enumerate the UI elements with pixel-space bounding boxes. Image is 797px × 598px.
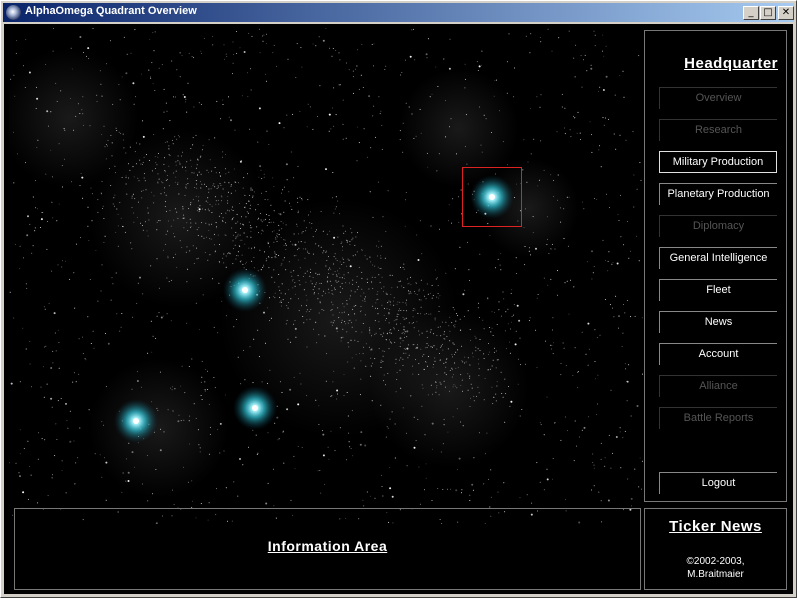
- close-button[interactable]: ✕: [778, 6, 794, 20]
- menu-item-account[interactable]: Account: [659, 343, 777, 365]
- galaxy[interactable]: [106, 391, 166, 451]
- ticker-news-title: Ticker News: [669, 518, 762, 535]
- menu-item-fleet[interactable]: Fleet: [659, 279, 777, 301]
- information-area: Information Area: [14, 508, 641, 590]
- galaxy-selected[interactable]: [462, 167, 522, 227]
- app-window: AlphaOmega Quadrant Overview _ □ ✕ Headq…: [0, 0, 797, 598]
- starfield: [9, 28, 643, 524]
- menu-item-news[interactable]: News: [659, 311, 777, 333]
- ticker-news-panel: Ticker News ©2002-2003, M.Braitmaier: [644, 508, 787, 590]
- galaxy[interactable]: [215, 260, 275, 320]
- logout-button[interactable]: Logout: [659, 472, 777, 494]
- menu-item-battle-reports[interactable]: Battle Reports: [659, 407, 777, 429]
- menu-item-general-intelligence[interactable]: General Intelligence: [659, 247, 777, 269]
- galaxy[interactable]: [225, 378, 285, 438]
- menu-item-overview[interactable]: Overview: [659, 87, 777, 109]
- copyright-text: ©2002-2003, M.Braitmaier: [645, 555, 786, 581]
- window-title: AlphaOmega Quadrant Overview: [25, 5, 197, 17]
- menu-item-military-production[interactable]: Military Production: [659, 151, 777, 173]
- app-icon[interactable]: [6, 5, 21, 20]
- menu-item-planetary-production[interactable]: Planetary Production: [659, 183, 777, 205]
- title-bar[interactable]: AlphaOmega Quadrant Overview _ □ ✕: [3, 3, 794, 22]
- menu-item-research[interactable]: Research: [659, 119, 777, 141]
- copyright-line-1: ©2002-2003,: [686, 556, 745, 567]
- copyright-line-2: M.Braitmaier: [687, 569, 744, 580]
- quadrant-map[interactable]: [9, 28, 643, 524]
- headquarter-panel: Headquarter Overview Research Military P…: [644, 30, 787, 502]
- menu-item-diplomacy[interactable]: Diplomacy: [659, 215, 777, 237]
- maximize-button[interactable]: □: [760, 6, 776, 20]
- menu-item-alliance[interactable]: Alliance: [659, 375, 777, 397]
- information-area-title: Information Area: [267, 538, 388, 554]
- headquarter-title: Headquarter: [684, 55, 778, 72]
- client-area: Headquarter Overview Research Military P…: [4, 24, 793, 594]
- minimize-button[interactable]: _: [743, 6, 759, 20]
